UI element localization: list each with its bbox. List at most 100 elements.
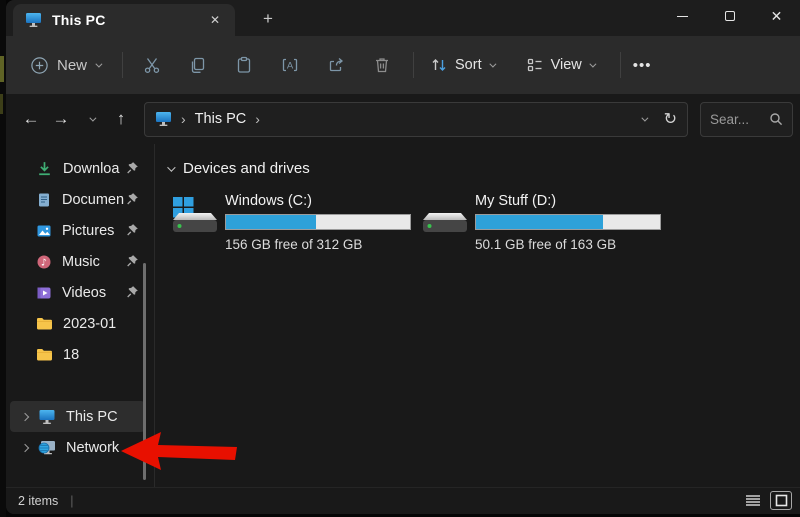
this-pc-icon — [38, 409, 56, 425]
folder-view: Devices and drives — [155, 144, 800, 487]
cut-button[interactable] — [129, 47, 175, 83]
forward-button[interactable]: → — [46, 104, 76, 134]
sidebar-item-label: 18 — [63, 347, 79, 363]
desktop-background: This PC ✕ + ✕ New — [0, 0, 800, 517]
status-bar: 2 items | — [6, 487, 800, 514]
refresh-icon[interactable]: ↻ — [664, 109, 677, 129]
this-pc-icon — [25, 12, 42, 28]
breadcrumb-separator: › — [181, 111, 186, 127]
drive-my-stuff-d[interactable]: My Stuff (D:) 50.1 GB free of 163 GB — [417, 193, 667, 252]
sidebar-item-label: 2023-01 — [63, 316, 116, 332]
drive-usage-bar — [475, 214, 661, 230]
drive-usage-fill — [476, 215, 603, 229]
folder-icon — [36, 347, 53, 362]
view-icon — [526, 56, 544, 74]
view-button[interactable]: View — [516, 56, 604, 74]
svg-text:♪: ♪ — [41, 257, 47, 268]
sidebar-item-label: Pictures — [62, 223, 114, 239]
tab-close-icon[interactable]: ✕ — [205, 10, 225, 30]
sidebar-item-music[interactable]: ♪ Music — [10, 246, 145, 277]
drive-name: Windows (C:) — [225, 193, 411, 209]
pin-icon — [126, 192, 139, 209]
svg-text:A: A — [287, 61, 294, 72]
navigation-pane: Downloa Documen — [6, 144, 155, 487]
paste-button[interactable] — [221, 47, 267, 83]
sidebar-item-videos[interactable]: Videos — [10, 277, 145, 308]
this-pc-icon — [155, 111, 172, 127]
sidebar-item-documents[interactable]: Documen — [10, 184, 145, 215]
status-separator: | — [70, 494, 73, 508]
document-icon — [36, 192, 52, 208]
sidebar-scrollbar[interactable] — [143, 263, 146, 480]
minimize-icon — [677, 16, 688, 17]
address-bar[interactable]: › This PC › ↻ — [144, 102, 688, 137]
sort-button[interactable]: Sort — [420, 56, 504, 74]
sidebar-item-downloads[interactable]: Downloa — [10, 153, 145, 184]
search-icon — [769, 112, 783, 126]
rename-button[interactable]: A — [267, 47, 313, 83]
large-icons-view-button[interactable] — [770, 491, 792, 510]
section-title: Devices and drives — [183, 160, 310, 177]
new-tab-button[interactable]: + — [254, 7, 282, 31]
chevron-down-icon — [489, 60, 496, 67]
folder-icon — [36, 316, 53, 331]
sidebar-item-label: Network — [66, 440, 119, 456]
sidebar-item-label: Videos — [62, 285, 106, 301]
delete-icon — [372, 55, 392, 75]
maximize-icon — [725, 11, 735, 21]
search-box[interactable]: Sear... — [700, 102, 793, 137]
drive-usage-bar — [225, 214, 411, 230]
music-icon: ♪ — [36, 254, 52, 270]
paste-icon — [234, 55, 254, 75]
pictures-icon — [36, 223, 52, 239]
tab-title: This PC — [52, 12, 106, 28]
drive-windows-c[interactable]: Windows (C:) 156 GB free of 312 GB — [167, 193, 417, 252]
item-count: 2 items — [18, 494, 58, 508]
close-button[interactable]: ✕ — [753, 0, 800, 32]
chevron-down-icon — [167, 163, 175, 171]
maximize-button[interactable] — [706, 0, 753, 32]
command-toolbar: New A — [6, 36, 800, 94]
network-icon — [38, 440, 56, 456]
minimize-button[interactable] — [659, 0, 706, 32]
search-placeholder: Sear... — [710, 112, 769, 127]
sidebar-item-pictures[interactable]: Pictures — [10, 215, 145, 246]
new-button[interactable]: New — [22, 56, 108, 75]
rename-icon: A — [280, 55, 300, 75]
address-dropdown-icon[interactable] — [641, 114, 648, 121]
drive-free-space: 156 GB free of 312 GB — [225, 237, 411, 252]
pin-icon — [126, 254, 139, 271]
videos-icon — [36, 285, 52, 301]
tab-this-pc[interactable]: This PC ✕ — [13, 4, 235, 36]
breadcrumb-separator: › — [255, 111, 260, 127]
new-button-label: New — [57, 57, 87, 74]
content-area: Downloa Documen — [6, 144, 800, 487]
share-button[interactable] — [313, 47, 359, 83]
cut-icon — [142, 55, 162, 75]
breadcrumb-this-pc[interactable]: This PC — [195, 111, 247, 127]
windows-drive-icon — [171, 197, 217, 252]
sidebar-item-network[interactable]: Network — [10, 432, 145, 463]
sidebar-item-label: This PC — [66, 409, 118, 425]
details-view-button[interactable] — [742, 491, 764, 510]
copy-button[interactable] — [175, 47, 221, 83]
section-devices-and-drives[interactable]: Devices and drives — [167, 160, 800, 177]
drive-usage-fill — [226, 215, 316, 229]
pin-icon — [126, 223, 139, 240]
chevron-down-icon — [589, 60, 596, 67]
view-label: View — [551, 57, 582, 73]
chevron-right-icon[interactable] — [16, 445, 36, 451]
chevron-right-icon[interactable] — [16, 414, 36, 420]
drive-free-space: 50.1 GB free of 163 GB — [475, 237, 661, 252]
back-button[interactable]: ← — [16, 104, 46, 134]
see-more-button[interactable]: ••• — [621, 57, 664, 74]
pin-icon — [126, 161, 139, 178]
recent-locations-button[interactable] — [76, 104, 106, 134]
sort-icon — [430, 56, 448, 74]
sidebar-item-18[interactable]: 18 — [10, 339, 145, 370]
sidebar-item-this-pc[interactable]: This PC — [10, 401, 145, 432]
delete-button[interactable] — [359, 47, 405, 83]
chevron-down-icon — [89, 114, 96, 121]
up-button[interactable]: ↑ — [106, 104, 136, 134]
sidebar-item-2023-01[interactable]: 2023-01 — [10, 308, 145, 339]
